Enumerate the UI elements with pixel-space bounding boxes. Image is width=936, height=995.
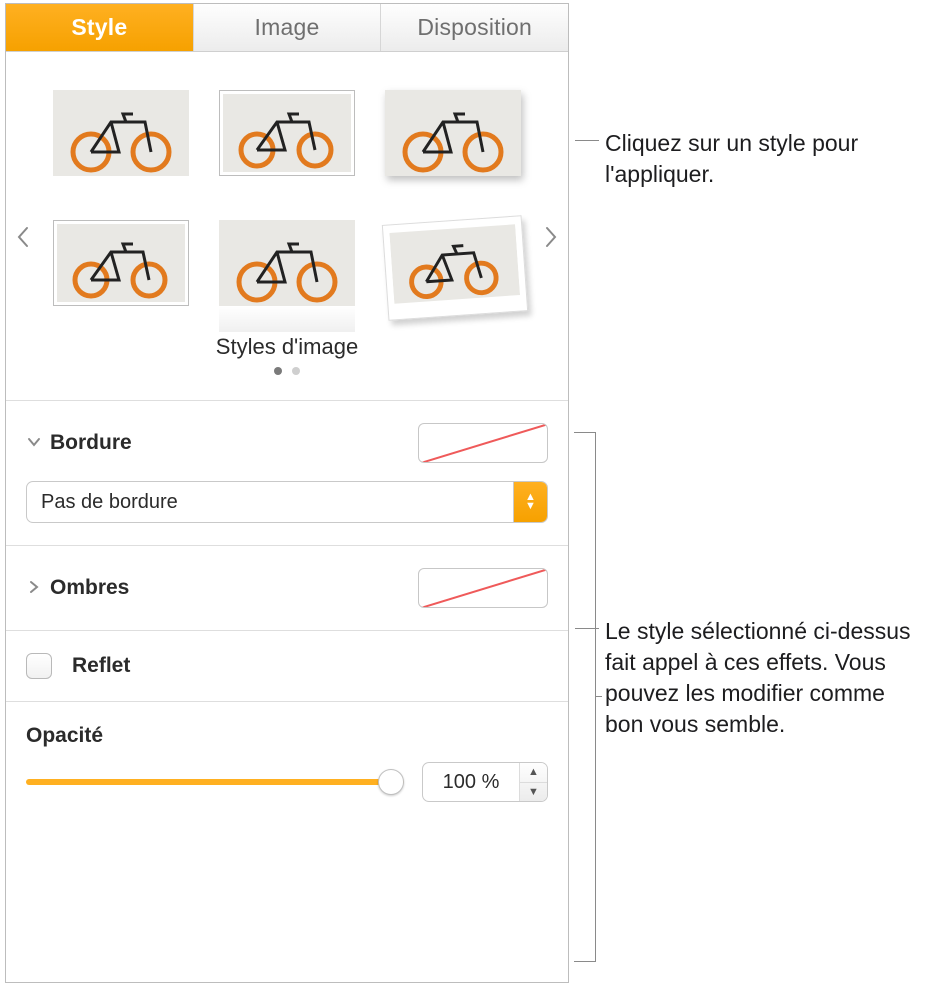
opacity-stepper: ▲ ▼	[422, 762, 548, 802]
bicycle-thumbnail-icon	[57, 224, 185, 302]
shadows-section: Ombres	[6, 545, 568, 630]
gallery-next-button[interactable]	[534, 207, 568, 267]
shadows-disclosure-toggle[interactable]	[26, 578, 42, 599]
border-label: Bordure	[50, 431, 132, 455]
opacity-label: Opacité	[26, 724, 103, 748]
reflection-label: Reflet	[72, 654, 130, 678]
border-preview-swatch[interactable]	[418, 423, 548, 463]
style-preset-shadow[interactable]	[385, 90, 521, 176]
slider-track	[26, 779, 404, 785]
chevron-left-icon	[16, 226, 30, 248]
opacity-value-input[interactable]	[423, 763, 519, 801]
opacity-slider[interactable]	[26, 769, 404, 795]
page-dot-2[interactable]	[292, 367, 300, 375]
border-disclosure-toggle[interactable]	[26, 433, 42, 454]
bicycle-thumbnail-icon	[219, 220, 355, 306]
image-styles-gallery: Styles d'image	[6, 52, 568, 386]
chevron-right-icon	[27, 580, 41, 594]
format-inspector-panel: Style Image Disposition	[5, 3, 569, 983]
opacity-step-up[interactable]: ▲	[520, 763, 547, 783]
style-preset-plain[interactable]	[53, 90, 189, 176]
border-dropdown-value: Pas de bordure	[27, 482, 513, 522]
reflection-section: Reflet	[6, 630, 568, 701]
callout-styles: Cliquez sur un style pour l'appliquer.	[575, 128, 915, 190]
shadow-preview-swatch[interactable]	[418, 568, 548, 608]
bicycle-thumbnail-icon	[53, 90, 189, 176]
gallery-page-dots	[6, 362, 568, 380]
border-type-dropdown[interactable]: Pas de bordure ▲▼	[26, 481, 548, 523]
page-dot-1[interactable]	[274, 367, 282, 375]
opacity-section: Opacité ▲ ▼	[6, 701, 568, 824]
chevron-right-icon	[544, 226, 558, 248]
shadows-label: Ombres	[50, 576, 129, 600]
gallery-prev-button[interactable]	[6, 207, 40, 267]
inspector-tabs: Style Image Disposition	[6, 4, 568, 52]
tab-disposition[interactable]: Disposition	[381, 4, 568, 51]
gallery-title: Styles d'image	[6, 334, 568, 360]
tab-image[interactable]: Image	[194, 4, 382, 51]
reflection-checkbox[interactable]	[26, 653, 52, 679]
style-preset-reflection[interactable]	[219, 220, 355, 306]
bicycle-thumbnail-icon	[385, 90, 521, 176]
style-preset-polaroid[interactable]	[382, 215, 528, 321]
opacity-step-down[interactable]: ▼	[520, 783, 547, 802]
dropdown-arrows-icon: ▲▼	[513, 482, 547, 522]
slider-knob[interactable]	[378, 769, 404, 795]
style-preset-frame-2[interactable]	[53, 220, 189, 306]
bicycle-thumbnail-icon	[389, 224, 520, 305]
callout-effects: Le style sélectionné ci-dessus fait appe…	[575, 616, 915, 740]
border-section: Bordure Pas de bordure ▲▼	[6, 400, 568, 545]
bicycle-thumbnail-icon	[223, 94, 351, 172]
chevron-down-icon	[27, 435, 41, 449]
style-preset-frame[interactable]	[219, 90, 355, 176]
tab-style[interactable]: Style	[6, 4, 194, 51]
